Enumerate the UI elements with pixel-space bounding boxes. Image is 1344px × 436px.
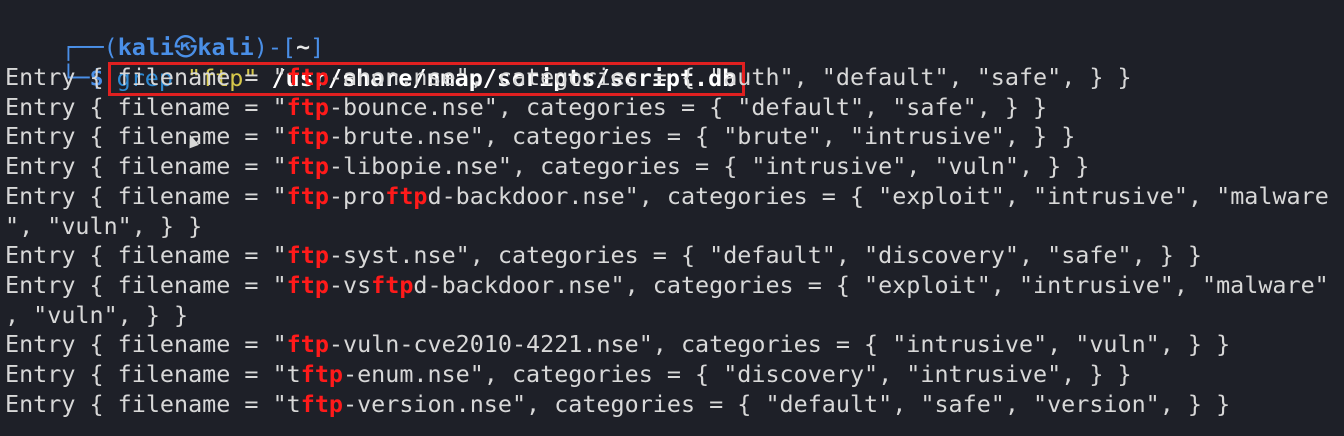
- match-highlight: ftp: [286, 241, 329, 270]
- output-text: Entry { filename = ": [5, 92, 287, 121]
- output-line: Entry { filename = "ftp-syst.nse", categ…: [5, 240, 1202, 270]
- output-line: Entry { filename = "tftp-enum.nse", cate…: [5, 359, 1132, 389]
- output-line: Entry { filename = "ftp-proftpd-backdoor…: [5, 181, 1329, 211]
- output-text: d-backdoor.nse", categories = { "exploit…: [427, 181, 1329, 210]
- match-highlight: ftp: [286, 181, 329, 210]
- output-line: ", "vuln", } }: [5, 211, 202, 241]
- output-text: Entry { filename = ": [5, 330, 287, 359]
- output-text: Entry { filename = "t: [5, 389, 301, 418]
- terminal-window[interactable]: ┌──(kali㉿kali)-[~] └─$ grep "ftp" /usr/sh…: [5, 0, 1341, 436]
- match-highlight: ftp: [286, 152, 329, 181]
- match-highlight: ftp: [286, 330, 329, 359]
- output-text: -pro: [328, 181, 386, 210]
- output-line: Entry { filename = "ftp-anon.nse", categ…: [5, 62, 1132, 92]
- output-text: -anon.nse", categories = { "auth", "defa…: [328, 63, 1132, 91]
- match-highlight: ftp: [286, 270, 329, 299]
- prompt-line: ┌──(kali㉿kali)-[~]: [5, 2, 324, 61]
- output-text: Entry { filename = ": [5, 270, 287, 299]
- output-line: , "vuln", } }: [5, 300, 188, 330]
- output-text: -version.nse", categories = { "default",…: [342, 389, 1231, 418]
- output-text: Entry { filename = ": [5, 63, 287, 91]
- output-text: -vs: [328, 270, 372, 299]
- match-highlight: ftp: [286, 92, 329, 121]
- output-text: Entry { filename = ": [5, 181, 287, 210]
- match-highlight: ftp: [371, 270, 414, 299]
- output-text: Entry { filename = ": [5, 152, 287, 181]
- output-text: -vuln-cve2010-4221.nse", categories = { …: [328, 330, 1231, 359]
- output-line: Entry { filename = "ftp-libopie.nse", ca…: [5, 151, 1089, 181]
- output-line: Entry { filename = "ftp-vsftpd-backdoor.…: [5, 270, 1329, 300]
- output-text: -brute.nse", categories = { "brute", "in…: [328, 122, 1076, 151]
- output-text: ", "vuln", } }: [5, 211, 203, 240]
- output-text: Entry { filename = "t: [5, 360, 301, 388]
- output-line: Entry { filename = "ftp-vuln-cve2010-422…: [5, 329, 1230, 359]
- output-line: Entry { filename = "ftp-bounce.nse", cat…: [5, 92, 1047, 122]
- match-highlight: ftp: [300, 389, 343, 418]
- output-text: Entry { filename = ": [5, 241, 287, 270]
- output-text: -enum.nse", categories = { "discovery", …: [342, 360, 1132, 388]
- output-text: , "vuln", } }: [5, 300, 189, 329]
- match-highlight: ftp: [286, 63, 329, 91]
- output-text: Entry { filename = ": [5, 122, 287, 151]
- output-line: Entry { filename = "ftp-brute.nse", cate…: [5, 121, 1075, 151]
- output-line: Entry { filename = "tftp-version.nse", c…: [5, 389, 1230, 419]
- match-highlight: ftp: [385, 181, 428, 210]
- output-text: -syst.nse", categories = { "default", "d…: [328, 241, 1203, 270]
- output-text: -libopie.nse", categories = { "intrusive…: [328, 152, 1090, 181]
- match-highlight: ftp: [300, 360, 343, 388]
- output-text: -bounce.nse", categories = { "default", …: [328, 92, 1048, 121]
- command-line[interactable]: └─$ grep "ftp" /usr/share/nmap/scripts/sc…: [5, 32, 746, 96]
- match-highlight: ftp: [286, 122, 329, 151]
- output-text: d-backdoor.nse", categories = { "exploit…: [413, 270, 1329, 299]
